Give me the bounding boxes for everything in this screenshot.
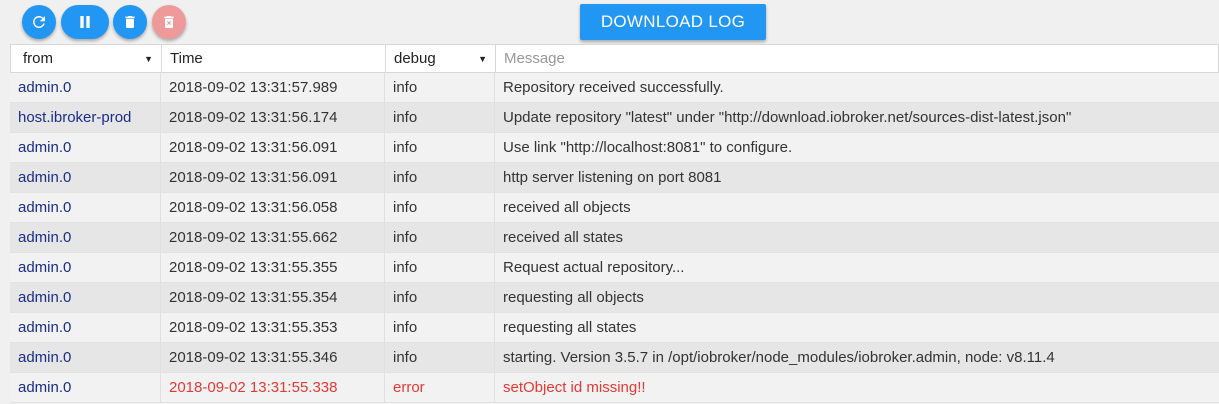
log-time: 2018-09-02 13:31:56.058 <box>161 192 385 223</box>
delete-log-button[interactable] <box>113 5 147 39</box>
log-level: info <box>385 132 495 163</box>
log-source: admin.0 <box>10 282 161 313</box>
log-table-header: from ▼ Time debug ▼ Message <box>10 44 1219 73</box>
log-time: 2018-09-02 13:31:57.989 <box>161 72 385 103</box>
log-table: from ▼ Time debug ▼ Message admin.0 2018-… <box>10 44 1219 403</box>
log-row: admin.0 2018-09-02 13:31:55.353 info reques… <box>10 312 1219 343</box>
log-row: admin.0 2018-09-02 13:31:57.989 info Reposi… <box>10 72 1219 103</box>
log-time: 2018-09-02 13:31:55.355 <box>161 252 385 283</box>
log-row: admin.0 2018-09-02 13:31:56.091 info http s… <box>10 162 1219 193</box>
log-level: info <box>385 222 495 253</box>
log-source: admin.0 <box>10 372 161 403</box>
log-time: 2018-09-02 13:31:55.662 <box>161 222 385 253</box>
log-level: info <box>385 162 495 193</box>
refresh-icon <box>33 15 45 28</box>
log-time: 2018-09-02 13:31:56.091 <box>161 132 385 163</box>
clear-log-button[interactable] <box>152 5 186 39</box>
log-level: info <box>385 252 495 283</box>
log-time: 2018-09-02 13:31:56.091 <box>161 162 385 193</box>
filter-level-label: debug <box>394 50 436 67</box>
log-time: 2018-09-02 13:31:55.353 <box>161 312 385 343</box>
log-level: info <box>385 282 495 313</box>
toolbar: DOWNLOAD LOG <box>0 0 1219 44</box>
log-source: admin.0 <box>10 72 161 103</box>
log-source: admin.0 <box>10 342 161 373</box>
log-source: admin.0 <box>10 162 161 193</box>
log-source: admin.0 <box>10 132 161 163</box>
filter-from-label: from <box>23 50 53 67</box>
log-row: host.ibroker-prod 2018-09-02 13:31:56.174… <box>10 102 1219 133</box>
log-rows: admin.0 2018-09-02 13:31:57.989 info Reposi… <box>10 72 1219 403</box>
log-message: received all objects <box>503 199 631 216</box>
log-time: 2018-09-02 13:31:55.338 <box>161 372 385 403</box>
log-source: admin.0 <box>10 312 161 343</box>
log-row: admin.0 2018-09-02 13:31:55.338 error setOb… <box>10 372 1219 403</box>
trash-icon <box>125 16 135 28</box>
log-source: admin.0 <box>10 252 161 283</box>
download-log-button[interactable]: DOWNLOAD LOG <box>580 4 766 40</box>
refresh-button[interactable] <box>22 5 56 39</box>
log-message: http server listening on port 8081 <box>503 169 722 186</box>
filter-from-select[interactable]: from ▼ <box>11 45 162 72</box>
log-row: admin.0 2018-09-02 13:31:55.662 info receiv… <box>10 222 1219 253</box>
log-row: admin.0 2018-09-02 13:31:55.354 info reques… <box>10 282 1219 313</box>
log-source: admin.0 <box>10 222 161 253</box>
pause-button[interactable] <box>61 5 109 39</box>
caret-down-icon: ▼ <box>478 54 487 64</box>
log-message: starting. Version 3.5.7 in /opt/iobroker… <box>503 349 1055 366</box>
log-level: info <box>385 102 495 133</box>
log-level: info <box>385 342 495 373</box>
log-message: received all states <box>503 229 624 246</box>
log-level: info <box>385 312 495 343</box>
log-message: Repository received successfully. <box>503 79 724 96</box>
log-time: 2018-09-02 13:31:55.354 <box>161 282 385 313</box>
pause-icon <box>80 16 90 28</box>
log-row: admin.0 2018-09-02 13:31:55.355 info Reques… <box>10 252 1219 283</box>
filter-level-select[interactable]: debug ▼ <box>386 45 496 72</box>
log-time: 2018-09-02 13:31:56.174 <box>161 102 385 133</box>
log-row: admin.0 2018-09-02 13:31:55.346 info starti… <box>10 342 1219 373</box>
log-message: Request actual repository... <box>503 259 685 276</box>
log-message: Update repository "latest" under "http:/… <box>503 109 1072 126</box>
log-message: Use link "http://localhost:8081" to conf… <box>503 139 793 156</box>
log-row: admin.0 2018-09-02 13:31:56.058 info receiv… <box>10 192 1219 223</box>
log-level: info <box>385 72 495 103</box>
log-source: host.ibroker-prod <box>10 102 161 133</box>
message-filter-input[interactable]: Message <box>496 45 1218 72</box>
log-source: admin.0 <box>10 192 161 223</box>
caret-down-icon: ▼ <box>144 54 153 64</box>
trash-x-icon <box>164 16 174 28</box>
log-time: 2018-09-02 13:31:55.346 <box>161 342 385 373</box>
log-message: requesting all objects <box>503 289 644 306</box>
log-level: info <box>385 192 495 223</box>
log-message: setObject id missing!! <box>503 379 646 396</box>
log-message: requesting all states <box>503 319 637 336</box>
log-row: admin.0 2018-09-02 13:31:56.091 info Use li… <box>10 132 1219 163</box>
log-level: error <box>385 372 495 403</box>
time-column-header: Time <box>162 45 386 72</box>
